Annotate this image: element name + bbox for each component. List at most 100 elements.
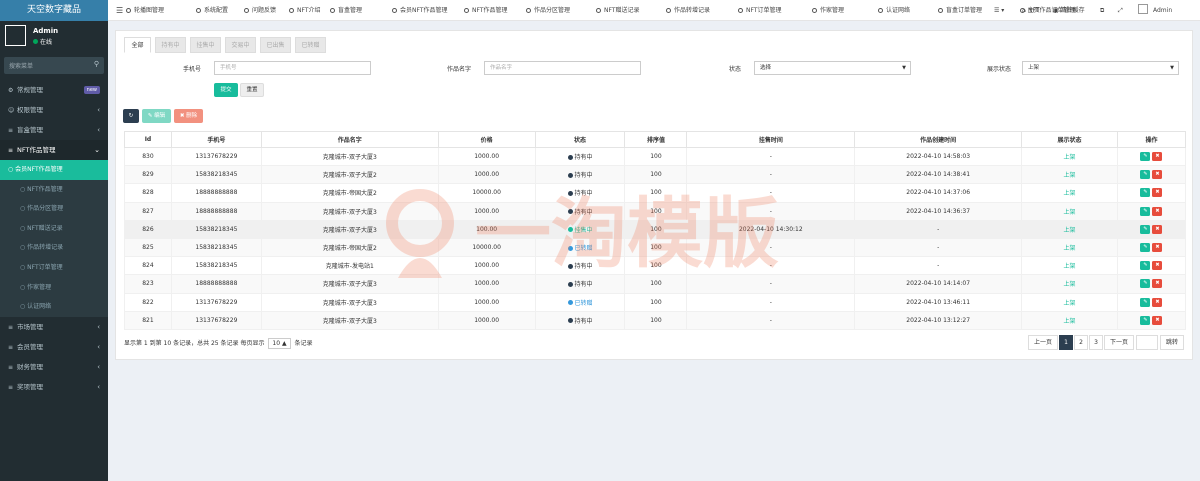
menu-toggle-icon[interactable]: ☰ [116, 0, 123, 21]
show-status-link[interactable]: 上架 [1064, 318, 1076, 325]
row-delete-button[interactable]: ✖ [1152, 315, 1163, 325]
sidebar-subitem-7[interactable]: ○ 认证网络 [0, 297, 108, 317]
sidebar-item-nft-group[interactable]: ≡ NFT作品管理 ⌄ [0, 140, 108, 160]
topnav-tab-9[interactable]: 作品转增记录 [666, 0, 710, 21]
name-input[interactable]: 作品名字 [484, 61, 641, 75]
refresh-button[interactable]: ↻ [123, 109, 139, 123]
sidebar-subitem-1[interactable]: ○ NFT作品管理 [0, 179, 108, 200]
show-status-link[interactable]: 上架 [1064, 245, 1076, 252]
show-status-link[interactable]: 上架 [1064, 154, 1076, 161]
brand-logo[interactable]: 天空数字藏品 [0, 0, 108, 21]
show-status-link[interactable]: 上架 [1064, 190, 1076, 197]
show-status-link[interactable]: 上架 [1064, 172, 1076, 179]
topnav-tab-1[interactable]: 系统配置 [196, 0, 228, 21]
status-select[interactable]: 选择 ▼ [754, 61, 911, 75]
topnav-tab-7[interactable]: 作品分区管理 [526, 0, 570, 21]
row-edit-button[interactable]: ✎ [1140, 152, 1151, 162]
topnav-tab-0[interactable]: 轮播图管理 [126, 0, 164, 21]
row-edit-button[interactable]: ✎ [1140, 315, 1151, 325]
row-edit-button[interactable]: ✎ [1140, 224, 1151, 234]
sidebar-item-top-0[interactable]: ⚙ 常规管理 new [0, 80, 108, 100]
row-delete-button[interactable]: ✖ [1152, 170, 1163, 180]
fullscreen-icon[interactable]: ⧉ [1100, 0, 1104, 21]
row-delete-button[interactable]: ✖ [1152, 261, 1163, 271]
expand-icon[interactable]: ⤢ [1118, 0, 1123, 21]
status-tab-3[interactable]: 交易中 [225, 37, 256, 53]
submit-button[interactable]: 提交 [214, 83, 238, 97]
row-edit-button[interactable]: ✎ [1140, 188, 1151, 198]
table-row[interactable]: 822 13137678229 克隆城市-双子大厦3 1000.00 已转赠 100-20… [124, 292, 1187, 312]
prev-page-button[interactable]: 上一页 [1028, 335, 1058, 350]
table-row[interactable]: 828 18888888888 克隆城市-帝国大厦2 10000.00 持有中 100-2… [124, 183, 1187, 203]
sidebar-item-bottom-0[interactable]: ≡ 市场管理 ‹ [0, 317, 108, 337]
sidebar-item-top-1[interactable]: ☺ 权限管理 ‹ [0, 100, 108, 120]
status-tab-1[interactable]: 持有中 [155, 37, 186, 53]
sidebar-search[interactable]: 搜索菜单 ⚲ [4, 57, 104, 74]
page-2-button[interactable]: 2 [1074, 335, 1088, 350]
row-delete-button[interactable]: ✖ [1152, 152, 1163, 162]
table-row[interactable]: 829 15838218345 克隆城市-双子大厦2 1000.00 持有中 100-20… [124, 165, 1187, 185]
jump-button[interactable]: 跳转 [1160, 335, 1184, 350]
row-edit-button[interactable]: ✎ [1140, 243, 1151, 253]
row-delete-button[interactable]: ✖ [1152, 243, 1163, 253]
row-edit-button[interactable]: ✎ [1140, 206, 1151, 216]
page-3-button[interactable]: 3 [1089, 335, 1103, 350]
row-edit-button[interactable]: ✎ [1140, 261, 1151, 271]
row-delete-button[interactable]: ✖ [1152, 188, 1163, 198]
grid-menu-icon[interactable]: ☰ ▾ [994, 0, 1004, 21]
sidebar-item-top-2[interactable]: ≡ 盲盒管理 ‹ [0, 120, 108, 140]
row-delete-button[interactable]: ✖ [1152, 206, 1163, 216]
topnav-tab-8[interactable]: NFT赠送记录 [596, 0, 640, 21]
sidebar-subitem-4[interactable]: ○ 作品转增记录 [0, 238, 108, 258]
sidebar-subitem-5[interactable]: ○ NFT订单管理 [0, 257, 108, 278]
sidebar-subitem-6[interactable]: ○ 作家管理 [0, 277, 108, 298]
status-tab-2[interactable]: 挂售中 [190, 37, 221, 53]
show-status-link[interactable]: 上架 [1064, 263, 1076, 270]
page-1-button[interactable]: 1 [1059, 335, 1073, 350]
topnav-tab-11[interactable]: 作家管理 [812, 0, 844, 21]
row-delete-button[interactable]: ✖ [1152, 297, 1163, 307]
table-row[interactable]: 830 13137678229 克隆城市-双子大厦3 1000.00 持有中 100-20… [124, 146, 1187, 167]
sidebar-subitem-3[interactable]: ○ NFT赠送记录 [0, 218, 108, 239]
row-edit-button[interactable]: ✎ [1140, 170, 1151, 180]
row-edit-button[interactable]: ✎ [1140, 279, 1151, 289]
status-tab-0[interactable]: 全部 [124, 37, 151, 53]
table-row[interactable]: 821 13137678229 克隆城市-双子大厦3 1000.00 持有中 100-20… [124, 310, 1187, 330]
topnav-tab-13[interactable]: 盲盒订单管理 [938, 0, 982, 21]
table-row[interactable]: 825 15838218345 克隆城市-帝国大厦2 10000.00 已转赠 100- -… [124, 237, 1187, 258]
table-row[interactable]: 824 15838218345 克隆城市-发电站1 1000.00 持有中 100- - 上架… [124, 256, 1187, 276]
sidebar-item-bottom-2[interactable]: ≡ 财务管理 ‹ [0, 357, 108, 377]
delete-button[interactable]: ✖ 删除 [174, 109, 203, 123]
row-edit-button[interactable]: ✎ [1140, 297, 1151, 307]
topnav-tab-12[interactable]: 认证网络 [878, 0, 910, 21]
table-row[interactable]: 826 15838218345 克隆城市-双子大厦3 100.00 挂售中 100 2022… [124, 219, 1187, 239]
topnav-tab-3[interactable]: NFT介绍 [289, 0, 321, 21]
sidebar-item-bottom-1[interactable]: ≡ 会员管理 ‹ [0, 337, 108, 357]
clear-cache-link[interactable]: ▣ 清除缓存 [1053, 0, 1085, 21]
sidebar-subitem-0[interactable]: ○ 会员NFT作品管理 [0, 160, 108, 180]
status-tab-5[interactable]: 已转赠 [295, 37, 326, 53]
topnav-tab-6[interactable]: NFT作品管理 [464, 0, 508, 21]
page-size-select[interactable]: 10 ▲ [268, 338, 291, 349]
home-link[interactable]: ⌂ 主页 [1022, 0, 1040, 21]
show-status-link[interactable]: 上架 [1064, 300, 1076, 307]
topnav-tab-10[interactable]: NFT订单管理 [738, 0, 782, 21]
show-status-link[interactable]: 上架 [1064, 209, 1076, 216]
table-row[interactable]: 823 18888888888 克隆城市-双子大厦3 1000.00 持有中 100-20… [124, 274, 1187, 294]
edit-button[interactable]: ✎ 编辑 [142, 109, 171, 123]
show-status-link[interactable]: 上架 [1064, 281, 1076, 288]
phone-input[interactable]: 手机号 [214, 61, 371, 75]
sidebar-subitem-2[interactable]: ○ 作品分区管理 [0, 199, 108, 219]
admin-menu[interactable]: Admin [1138, 0, 1172, 21]
topnav-tab-2[interactable]: 问题反馈 [244, 0, 276, 21]
show-status-link[interactable]: 上架 [1064, 227, 1076, 234]
status-tab-4[interactable]: 已出售 [260, 37, 291, 53]
show-select[interactable]: 上架 ▼ [1022, 61, 1179, 75]
next-page-button[interactable]: 下一页 [1104, 335, 1134, 350]
row-delete-button[interactable]: ✖ [1152, 279, 1163, 289]
reset-button[interactable]: 重置 [240, 83, 264, 97]
topnav-tab-5[interactable]: 会员NFT作品管理 [392, 0, 448, 21]
row-delete-button[interactable]: ✖ [1152, 224, 1163, 234]
topnav-tab-4[interactable]: 盲盒管理 [330, 0, 362, 21]
search-icon[interactable]: ⚲ [94, 60, 99, 68]
